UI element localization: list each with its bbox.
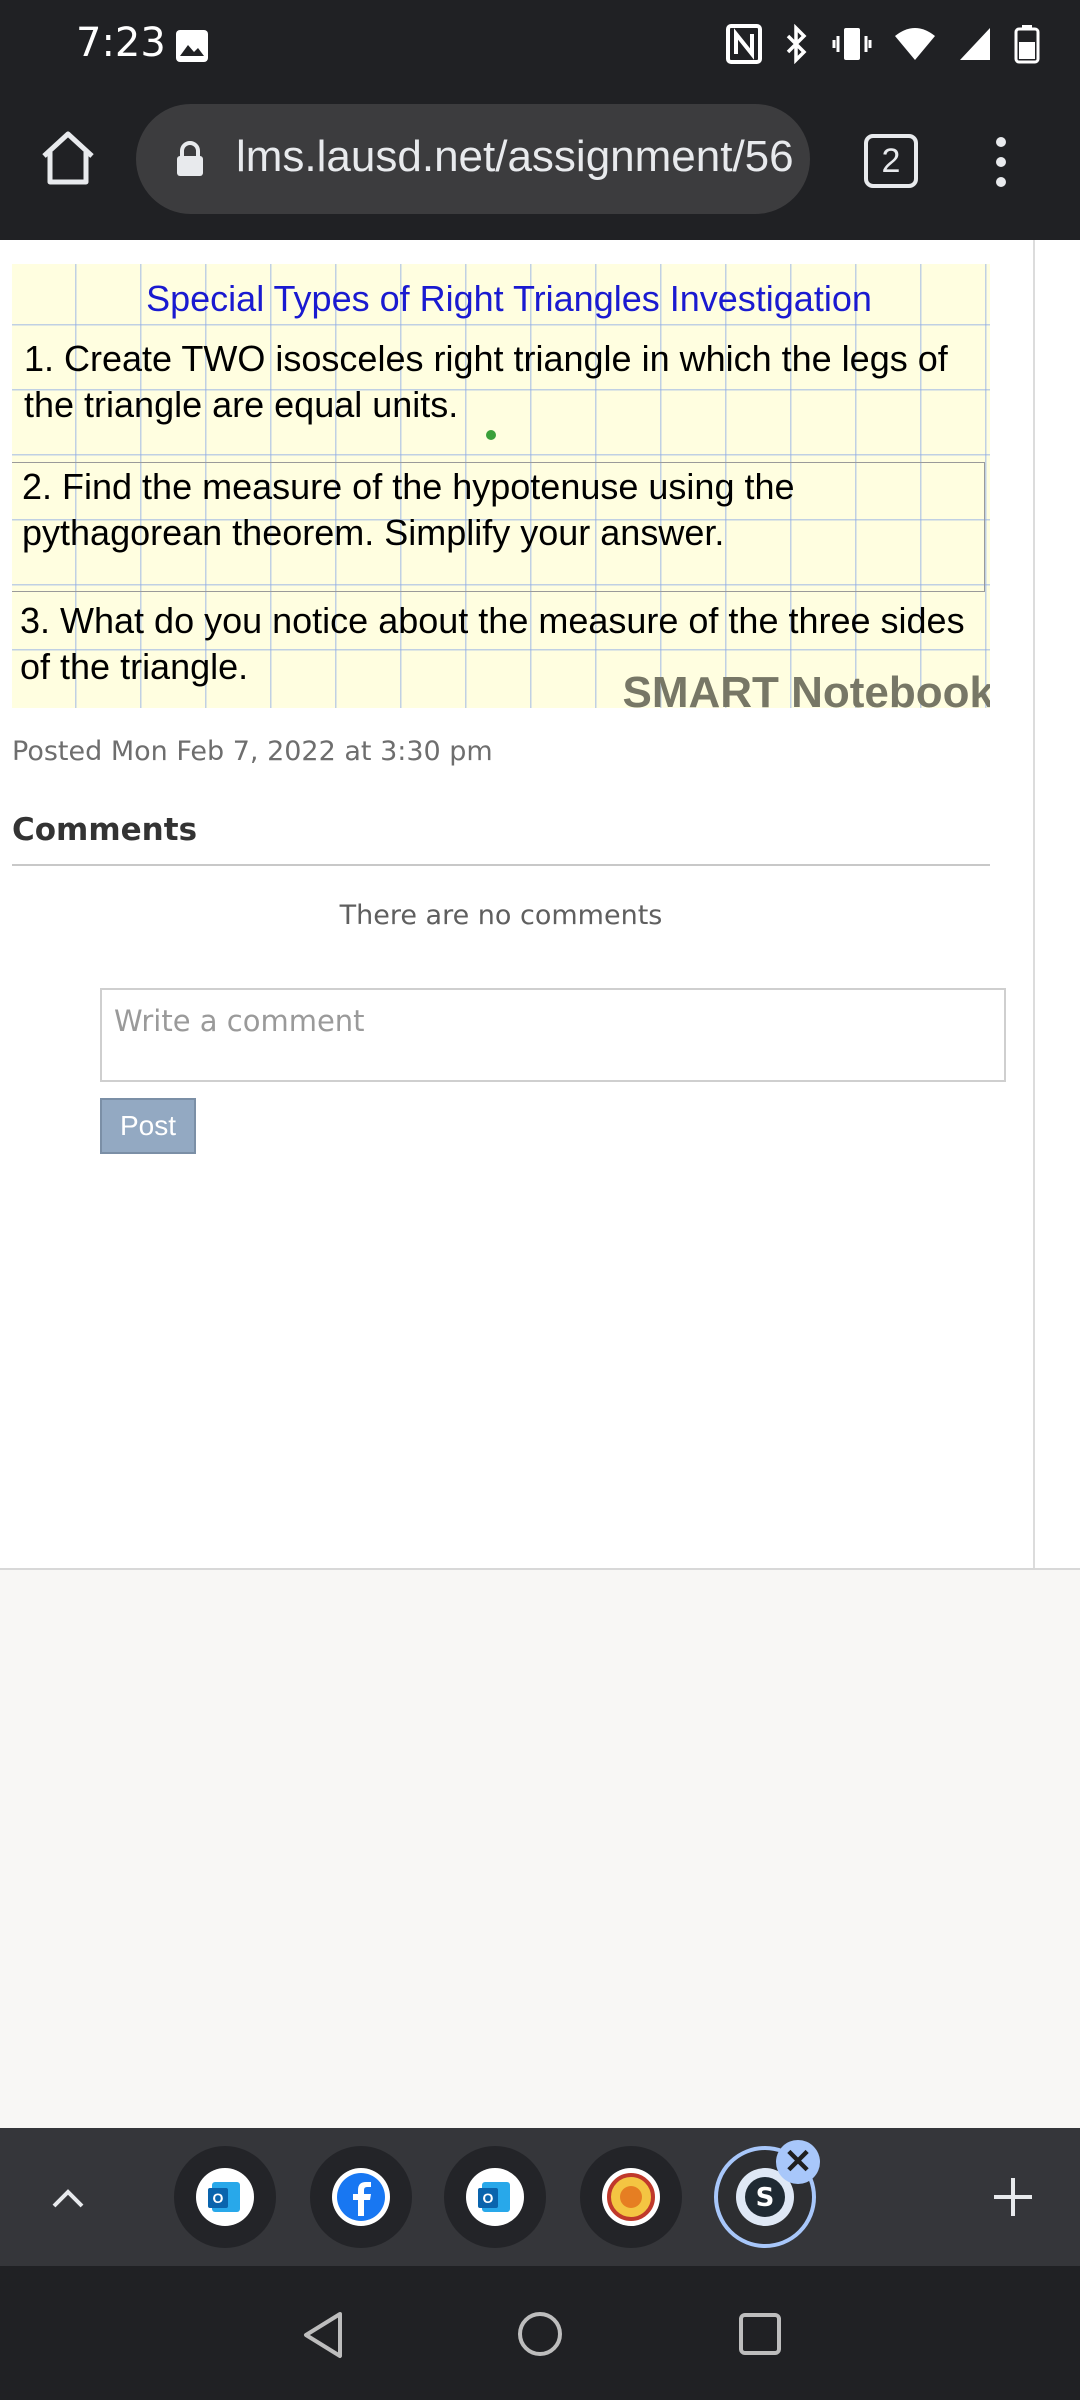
address-bar[interactable]: lms.lausd.net/assignment/56: [136, 104, 810, 214]
image-notification-icon: [176, 30, 208, 62]
no-comments-text: There are no comments: [339, 900, 663, 931]
slide-rotate-handle: [486, 430, 496, 440]
home-circle-icon[interactable]: [516, 2310, 564, 2358]
svg-text:S: S: [756, 2183, 775, 2213]
tab-outlook-2[interactable]: O: [444, 2146, 546, 2248]
assignment-slide-image: Special Types of Right Triangles Investi…: [12, 264, 990, 708]
bluetooth-icon: [786, 24, 807, 64]
comment-input[interactable]: Write a comment: [100, 988, 1006, 1082]
tab-switcher-button[interactable]: 2: [864, 134, 918, 188]
slide-question-2: 2. Find the measure of the hypotenuse us…: [22, 466, 795, 553]
status-bar: 7:23: [0, 0, 1080, 92]
slide-title: Special Types of Right Triangles Investi…: [146, 278, 872, 319]
signal-icon: [960, 28, 990, 60]
lausd-seal-icon: [602, 2168, 660, 2226]
url-text[interactable]: lms.lausd.net/assignment/56: [236, 132, 796, 182]
bottom-tab-strip: O O S ✕: [0, 2128, 1080, 2266]
back-icon[interactable]: [300, 2310, 346, 2360]
outlook-icon: O: [196, 2168, 254, 2226]
web-page: Special Types of Right Triangles Investi…: [0, 240, 1080, 1570]
home-icon[interactable]: [36, 126, 100, 190]
lock-icon: [177, 141, 203, 176]
new-tab-plus-icon[interactable]: [990, 2174, 1036, 2220]
nfc-icon: [726, 24, 762, 64]
vibrate-icon: [832, 28, 872, 60]
chevron-up-icon[interactable]: [48, 2178, 88, 2218]
recents-square-icon[interactable]: [738, 2312, 782, 2356]
tab-facebook[interactable]: [310, 2146, 412, 2248]
slide-watermark: SMART Notebook: [622, 668, 990, 708]
tab-lausd[interactable]: [580, 2146, 682, 2248]
wifi-icon: [895, 28, 935, 60]
system-nav-bar: [0, 2266, 1080, 2400]
svg-text:O: O: [213, 2190, 224, 2206]
comments-divider: [12, 864, 990, 866]
browser-toolbar: lms.lausd.net/assignment/56 2: [0, 92, 1080, 240]
comments-heading: Comments: [12, 812, 198, 848]
slide-question-1: 1. Create TWO isosceles right triangle i…: [24, 338, 948, 425]
status-icons: [726, 24, 1040, 64]
battery-icon: [1014, 25, 1040, 64]
tab-outlook-1[interactable]: O: [174, 2146, 276, 2248]
outlook-icon: O: [466, 2168, 524, 2226]
page-divider: [1033, 240, 1035, 1568]
svg-text:O: O: [483, 2190, 494, 2206]
facebook-icon: [332, 2168, 390, 2226]
post-comment-button[interactable]: Post: [100, 1098, 196, 1154]
close-tab-button[interactable]: ✕: [776, 2140, 820, 2184]
posted-date: Posted Mon Feb 7, 2022 at 3:30 pm: [12, 736, 493, 767]
overflow-menu-icon[interactable]: [986, 132, 1016, 192]
status-time: 7:23: [76, 20, 166, 66]
